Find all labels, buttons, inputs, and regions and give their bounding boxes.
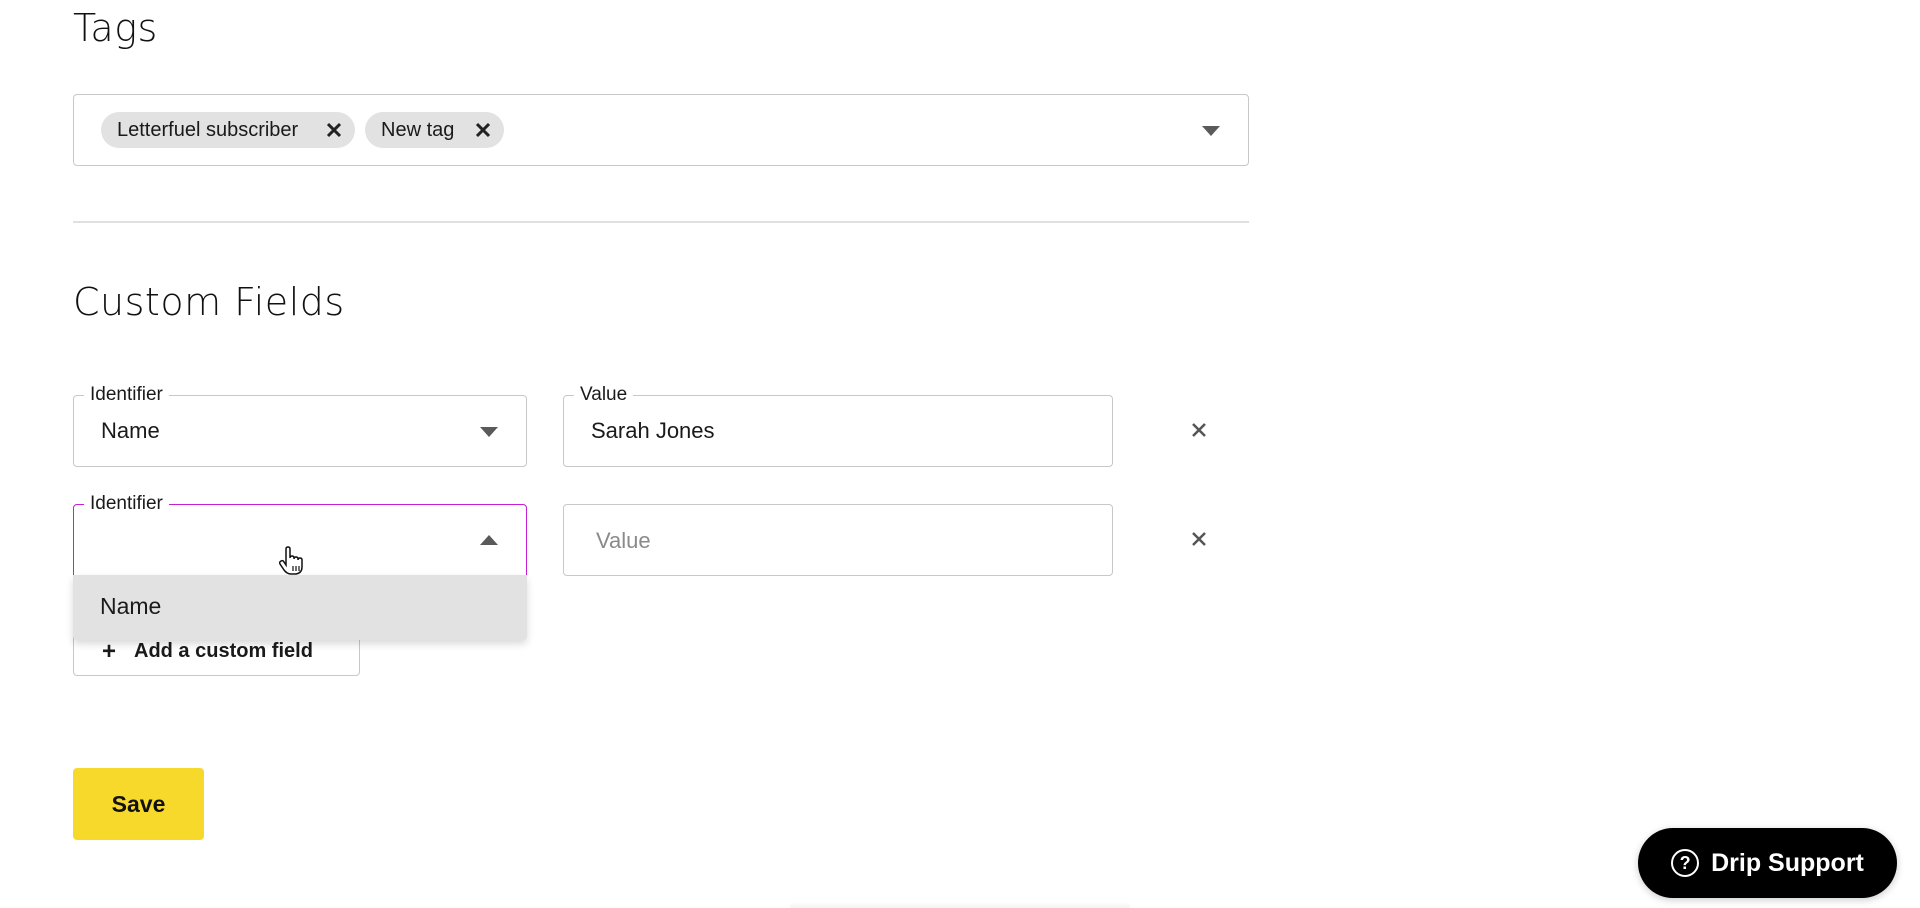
remove-tag-icon[interactable] <box>472 119 494 141</box>
hand-cursor-icon <box>278 546 304 581</box>
bottom-shadow <box>790 902 1130 908</box>
value-label: Value <box>574 383 634 407</box>
chevron-down-icon[interactable] <box>480 427 498 437</box>
value-input[interactable]: Value <box>563 504 1113 576</box>
tags-select[interactable]: Letterfuel subscriber New tag <box>73 94 1249 166</box>
tag-chip: Letterfuel subscriber <box>101 112 355 148</box>
remove-tag-icon[interactable] <box>323 119 345 141</box>
dropdown-option-name[interactable]: Name <box>100 593 161 620</box>
identifier-select[interactable]: Identifier Name <box>73 383 527 467</box>
tag-chip: New tag <box>365 112 504 148</box>
chevron-up-icon[interactable] <box>480 535 498 545</box>
plus-icon: + <box>102 638 117 665</box>
tag-chip-label: Letterfuel subscriber <box>117 118 299 141</box>
identifier-label: Identifier <box>84 383 169 407</box>
drip-support-label: Drip Support <box>1711 848 1864 877</box>
tags-heading: Tags <box>73 6 158 50</box>
remove-field-icon[interactable] <box>1187 418 1211 442</box>
identifier-dropdown-menu: Name <box>73 575 527 640</box>
chevron-down-icon[interactable] <box>1202 126 1220 136</box>
help-icon: ? <box>1671 849 1700 877</box>
value-input[interactable]: Value Sarah Jones <box>563 383 1113 467</box>
value-text: Sarah Jones <box>591 418 715 443</box>
add-custom-field-label: Add a custom field <box>134 640 313 662</box>
drip-support-button[interactable]: ? Drip Support <box>1638 828 1897 898</box>
save-button[interactable]: Save <box>73 768 204 840</box>
tag-chip-label: New tag <box>381 118 455 141</box>
identifier-value: Name <box>101 418 160 443</box>
value-placeholder: Value <box>596 528 651 553</box>
custom-fields-heading: Custom Fields <box>73 280 345 324</box>
section-divider <box>73 221 1249 223</box>
remove-field-icon[interactable] <box>1187 527 1211 551</box>
identifier-label: Identifier <box>84 492 169 516</box>
